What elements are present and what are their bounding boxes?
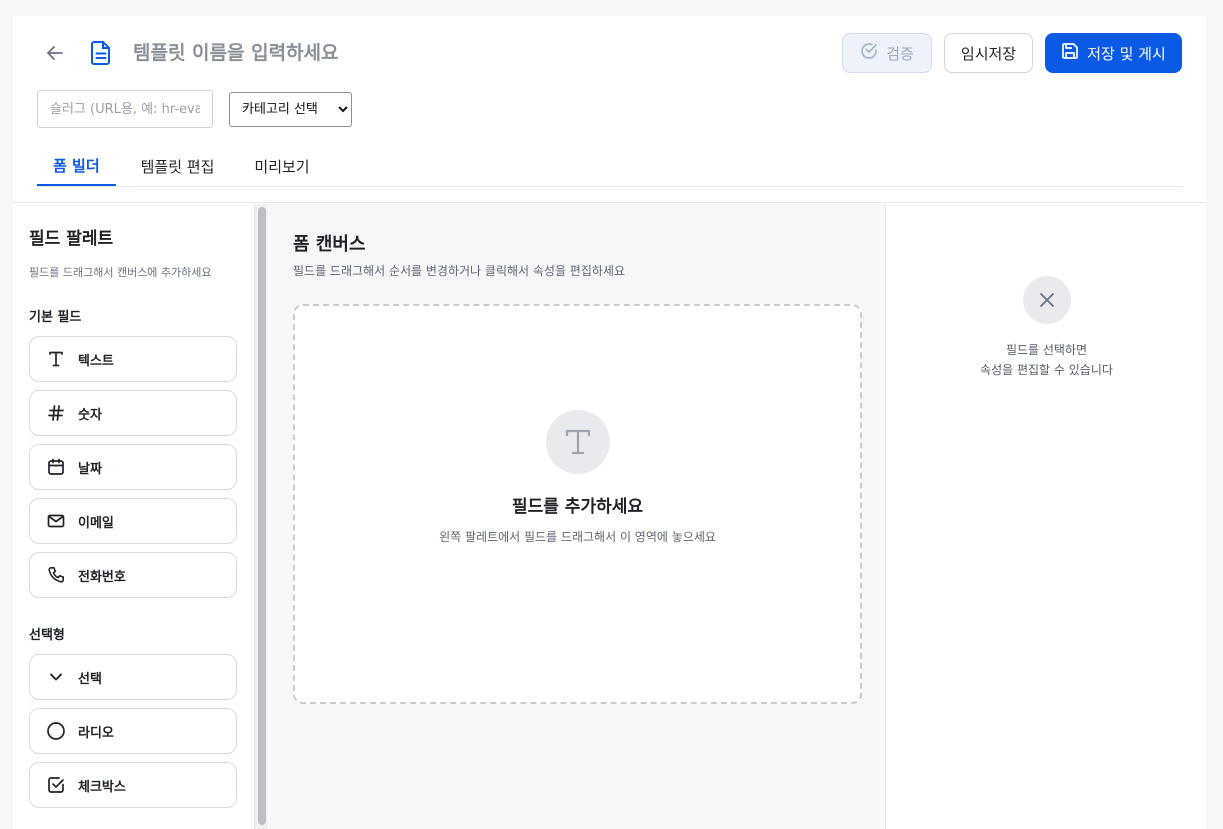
category-select[interactable]: 카테고리 선택 xyxy=(229,92,352,127)
chevron-down-icon xyxy=(46,667,66,687)
close-icon xyxy=(1023,276,1071,324)
field-number-label: 숫자 xyxy=(78,407,102,423)
circle-icon xyxy=(46,721,66,741)
field-checkbox[interactable]: 체크박스 xyxy=(29,762,237,808)
empty-title: 필드를 추가하세요 xyxy=(511,497,644,517)
document-icon xyxy=(89,40,113,66)
properties-panel: 필드를 선택하면 속성을 편집할 수 있습니다 xyxy=(887,204,1206,829)
properties-empty-text: 필드를 선택하면 속성을 편집할 수 있습니다 xyxy=(887,340,1206,380)
hash-icon xyxy=(46,403,66,423)
properties-line-2: 속성을 편집할 수 있습니다 xyxy=(980,363,1113,377)
field-select[interactable]: 선택 xyxy=(29,654,237,700)
template-name-input[interactable] xyxy=(133,38,633,68)
field-date-label: 날짜 xyxy=(78,461,102,477)
empty-subtitle: 왼쪽 팔레트에서 필드를 드래그해서 이 영역에 놓으세요 xyxy=(439,530,716,544)
verify-label: 검증 xyxy=(886,44,914,63)
field-phone-label: 전화번호 xyxy=(78,569,126,585)
field-number[interactable]: 숫자 xyxy=(29,390,237,436)
checkbox-icon xyxy=(46,775,66,795)
verify-button[interactable]: 검증 xyxy=(842,33,932,73)
editor-header: 검증 임시저장 저장 및 게시 카테고리 선택 폼 빌더 템플릿 편집 미리보기 xyxy=(13,16,1206,203)
tab-bar: 폼 빌더 템플릿 편집 미리보기 xyxy=(37,146,326,187)
palette-title: 필드 팔레트 xyxy=(29,229,114,249)
palette-subtitle: 필드를 드래그해서 캔버스에 추가하세요 xyxy=(29,266,212,279)
field-text-label: 텍스트 xyxy=(78,353,114,369)
text-type-icon xyxy=(546,410,610,474)
canvas-subtitle: 필드를 드래그해서 순서를 변경하거나 클릭해서 속성을 편집하세요 xyxy=(293,264,626,278)
field-palette: 필드 팔레트 필드를 드래그해서 캔버스에 추가하세요 기본 필드 텍스트 숫자… xyxy=(13,204,253,829)
save-publish-label: 저장 및 게시 xyxy=(1087,44,1166,63)
check-circle-icon xyxy=(860,42,878,64)
field-email-label: 이메일 xyxy=(78,515,114,531)
tab-form-builder[interactable]: 폼 빌더 xyxy=(37,146,116,186)
palette-scrollbar-thumb[interactable] xyxy=(258,207,266,825)
properties-line-1: 필드를 선택하면 xyxy=(1005,343,1088,357)
field-date[interactable]: 날짜 xyxy=(29,444,237,490)
palette-scrollbar[interactable] xyxy=(254,204,268,829)
tab-template-edit[interactable]: 템플릿 편집 xyxy=(125,146,231,186)
draft-label: 임시저장 xyxy=(960,44,1017,63)
field-radio-label: 라디오 xyxy=(78,725,114,741)
app-shell: 검증 임시저장 저장 및 게시 카테고리 선택 폼 빌더 템플릿 편집 미리보기… xyxy=(13,16,1206,829)
save-icon xyxy=(1061,42,1079,64)
tab-preview[interactable]: 미리보기 xyxy=(238,146,325,186)
back-arrow-icon[interactable] xyxy=(43,43,67,63)
text-icon xyxy=(46,349,66,369)
form-canvas: 폼 캔버스 필드를 드래그해서 순서를 변경하거나 클릭해서 속성을 편집하세요… xyxy=(269,204,886,829)
calendar-icon xyxy=(46,457,66,477)
field-checkbox-label: 체크박스 xyxy=(78,779,126,795)
phone-icon xyxy=(46,565,66,585)
field-radio[interactable]: 라디오 xyxy=(29,708,237,754)
group-choice-label: 선택형 xyxy=(29,628,65,643)
field-select-label: 선택 xyxy=(78,671,102,687)
group-basic-label: 기본 필드 xyxy=(29,310,82,325)
canvas-title: 폼 캔버스 xyxy=(293,234,366,255)
save-publish-button[interactable]: 저장 및 게시 xyxy=(1045,33,1182,73)
field-phone[interactable]: 전화번호 xyxy=(29,552,237,598)
mail-icon xyxy=(46,511,66,531)
tab-divider xyxy=(37,186,1183,187)
slug-input[interactable] xyxy=(37,90,213,128)
canvas-dropzone[interactable]: 필드를 추가하세요 왼쪽 팔레트에서 필드를 드래그해서 이 영역에 놓으세요 xyxy=(293,304,862,704)
save-draft-button[interactable]: 임시저장 xyxy=(944,33,1033,73)
field-email[interactable]: 이메일 xyxy=(29,498,237,544)
field-text[interactable]: 텍스트 xyxy=(29,336,237,382)
